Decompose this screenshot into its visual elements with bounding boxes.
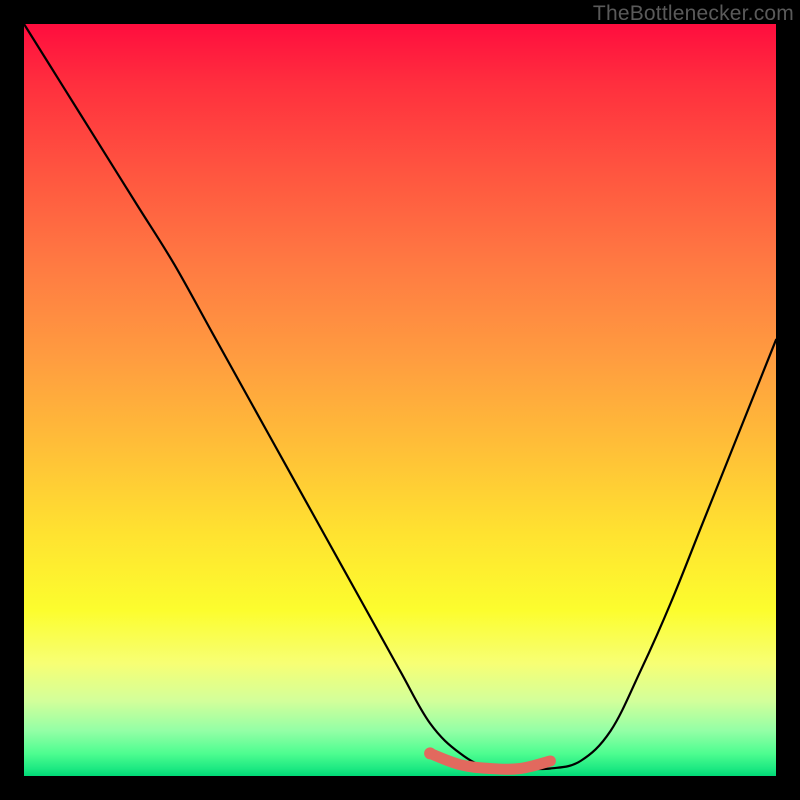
chart-frame: TheBottlenecker.com	[0, 0, 800, 800]
watermark-label: TheBottlenecker.com	[593, 2, 794, 26]
bottleneck-curve	[24, 24, 776, 770]
curve-layer	[24, 24, 776, 776]
optimal-range-start-dot	[424, 747, 436, 759]
plot-area	[24, 24, 776, 776]
optimal-range-marker	[430, 753, 550, 769]
